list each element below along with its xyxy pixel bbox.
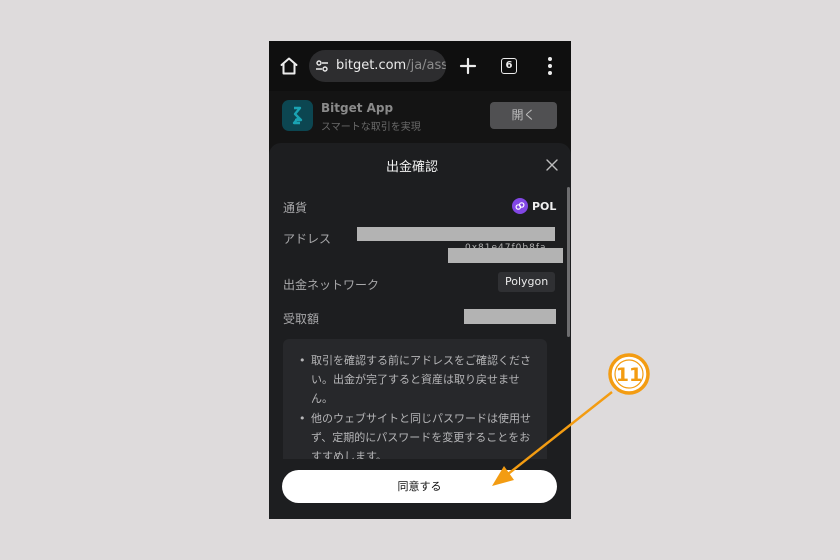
sheet-title: 出金確認 — [385, 160, 438, 175]
address-redaction-2 — [448, 248, 563, 263]
address-bar[interactable]: bitget.com/ja/ass — [309, 50, 446, 82]
notice-item: 他のウェブサイトと同じパスワードは使用せず、定期的にパスワードを変更することをお… — [299, 409, 535, 466]
phone-screen: bitget.com/ja/ass 6 Bitget App スマートな取引を実… — [269, 41, 571, 519]
open-app-button[interactable]: 開く — [490, 102, 557, 129]
new-tab-icon[interactable] — [457, 55, 479, 77]
currency-value: POL — [512, 197, 556, 215]
url-domain: bitget.com — [336, 58, 407, 73]
currency-label: 通貨 — [283, 201, 308, 215]
site-settings-icon[interactable] — [315, 59, 329, 73]
scrollbar[interactable] — [567, 187, 570, 337]
sheet-footer: 同意する — [269, 459, 571, 519]
address-label: アドレス — [283, 232, 332, 246]
amount-label: 受取額 — [283, 312, 320, 326]
bitget-logo-icon — [282, 100, 313, 131]
amount-redaction — [464, 309, 556, 324]
more-menu-icon[interactable] — [545, 55, 555, 77]
address-redaction — [357, 227, 555, 241]
notice-item: 取引を確認する前にアドレスをご確認ください。出金が完了すると資産は取り戻せません… — [299, 351, 535, 408]
agree-button[interactable]: 同意する — [282, 470, 557, 503]
withdraw-confirm-sheet: 出金確認 通貨 POL アドレス 0x81e47f0b8fa 出金ネットワーク … — [269, 143, 571, 519]
tab-switcher-button[interactable]: 6 — [501, 58, 517, 74]
step-badge — [608, 353, 650, 395]
step-number: 11 — [616, 364, 642, 386]
app-install-banner: Bitget App スマートな取引を実現 開く — [269, 91, 571, 143]
close-icon[interactable] — [545, 158, 559, 172]
app-subtitle: スマートな取引を実現 — [321, 122, 421, 133]
browser-toolbar: bitget.com/ja/ass 6 — [269, 41, 571, 91]
url-text: bitget.com/ja/ass — [336, 58, 446, 73]
app-name: Bitget App — [321, 101, 394, 115]
network-label: 出金ネットワーク — [283, 278, 380, 292]
home-icon[interactable] — [278, 55, 300, 77]
polygon-coin-icon — [512, 198, 528, 214]
currency-name: POL — [532, 199, 557, 213]
network-badge: Polygon — [498, 272, 556, 292]
url-path: /ja/ass — [406, 58, 446, 73]
